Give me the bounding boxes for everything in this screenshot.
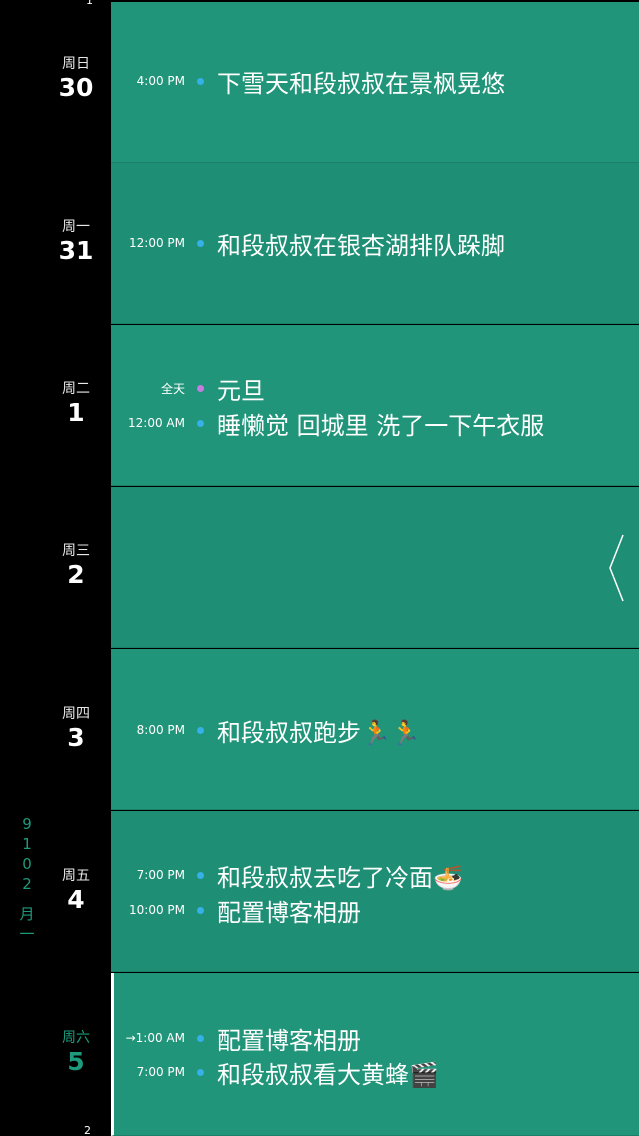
day-label-4[interactable]: 周四 3 [48,705,104,753]
year-digit: 2 [22,875,32,893]
day-row-6-today[interactable]: →1:00 AM 配置博客相册 7:00 PM 和段叔叔看大黄蜂🎬 [111,973,639,1136]
event-time: 12:00 AM [128,416,185,430]
day-row-1[interactable]: 12:00 PM 和段叔叔在银杏湖排队跺脚 [111,163,639,324]
event-time: 10:00 PM [129,903,185,917]
event-dot [197,384,204,392]
day-of-week: 周四 [62,706,90,722]
event-title: 睡懒觉 回城里 洗了一下午衣服 [217,411,545,440]
event-dot [197,906,204,914]
year-digit: 9 [22,815,32,833]
day-number: 1 [67,398,85,427]
day-label-6-today[interactable]: 周六 5 [48,1029,104,1077]
event-dot [197,1068,204,1076]
day-label-0[interactable]: 周日 30 [48,55,104,103]
day-number: 4 [67,885,85,914]
event-title: 配置博客相册 [217,1026,361,1055]
day-of-week: 周一 [62,219,90,235]
event-title: 下雪天和段叔叔在景枫晃悠 [217,69,505,98]
event-dot [197,419,204,427]
event-time: 7:00 PM [136,1065,185,1079]
day-of-week: 周六 [62,1030,90,1046]
event-title: 配置博客相册 [217,898,361,927]
calendar-app: 1 周日 30 周一 31 周二 1 周三 2 周四 3 周五 4 周六 5 9… [0,0,639,1136]
event-title: 和段叔叔去吃了冷面🍜 [217,863,463,892]
day-row-4[interactable]: 8:00 PM 和段叔叔跑步🏃🏃 [111,649,639,810]
day-number: 3 [67,723,85,752]
event-title: 元旦 [217,376,265,405]
event-dot [197,871,204,879]
day-number: 2 [67,560,85,589]
month-year-vertical-label: 9 1 0 2 月 一 [17,814,37,944]
event-dot [197,77,204,85]
day-of-week: 周二 [62,381,90,397]
event-time: 12:00 PM [129,236,185,250]
event-time: 7:00 PM [136,868,185,882]
event-title: 和段叔叔跑步🏃🏃 [217,718,421,747]
day-label-5[interactable]: 周五 4 [48,867,104,915]
day-rows: 4:00 PM 下雪天和段叔叔在景枫晃悠 12:00 PM 和段叔叔在银杏湖排队… [111,0,639,1136]
event-item[interactable]: 7:00 PM 和段叔叔看大黄蜂🎬 [111,1055,639,1089]
event-dot [197,239,204,247]
date-rail: 1 周日 30 周一 31 周二 1 周三 2 周四 3 周五 4 周六 5 9… [0,0,111,1136]
day-label-2[interactable]: 周二 1 [48,380,104,428]
day-row-3[interactable] [111,487,639,648]
event-time: 8:00 PM [136,723,185,737]
event-item[interactable]: 全天 元旦 [111,371,639,405]
event-dot [197,1034,204,1042]
day-row-5[interactable]: 7:00 PM 和段叔叔去吃了冷面🍜 10:00 PM 配置博客相册 [111,811,639,972]
event-item[interactable]: 7:00 PM 和段叔叔去吃了冷面🍜 [111,858,639,892]
event-title: 和段叔叔看大黄蜂🎬 [217,1060,439,1089]
day-of-week: 周五 [62,868,90,884]
event-time: 全天 [160,381,185,396]
day-of-week: 周日 [62,56,90,72]
day-of-week: 周三 [62,543,90,559]
event-item[interactable]: →1:00 AM 配置博客相册 [111,1021,639,1055]
event-item[interactable]: 4:00 PM 下雪天和段叔叔在景枫晃悠 [111,64,639,98]
year-digit: 0 [22,855,32,873]
event-dot [197,726,204,734]
year-digit: 1 [22,835,32,853]
event-item[interactable]: 10:00 PM 配置博客相册 [111,893,639,927]
day-row-2[interactable]: 全天 元旦 12:00 AM 睡懒觉 回城里 洗了一下午衣服 [111,325,639,486]
event-item[interactable]: 12:00 AM 睡懒觉 回城里 洗了一下午衣服 [111,406,639,440]
event-item[interactable]: 12:00 PM 和段叔叔在银杏湖排队跺脚 [111,226,639,260]
event-title: 和段叔叔在银杏湖排队跺脚 [217,231,505,260]
day-label-1[interactable]: 周一 31 [48,218,104,266]
bottom-tick: 2 [84,1124,91,1136]
event-item[interactable]: 8:00 PM 和段叔叔跑步🏃🏃 [111,713,639,747]
day-label-3[interactable]: 周三 2 [48,542,104,590]
day-number: 31 [58,236,94,265]
chevron-left-icon[interactable] [607,533,627,603]
day-number: 30 [58,73,94,102]
month-char: 一 [19,925,35,943]
event-time: 4:00 PM [136,74,185,88]
event-time: →1:00 AM [125,1031,185,1045]
month-char: 月 [19,905,35,923]
top-tick: 1 [86,0,93,7]
day-row-0[interactable]: 4:00 PM 下雪天和段叔叔在景枫晃悠 [111,2,639,163]
day-number: 5 [67,1047,85,1076]
